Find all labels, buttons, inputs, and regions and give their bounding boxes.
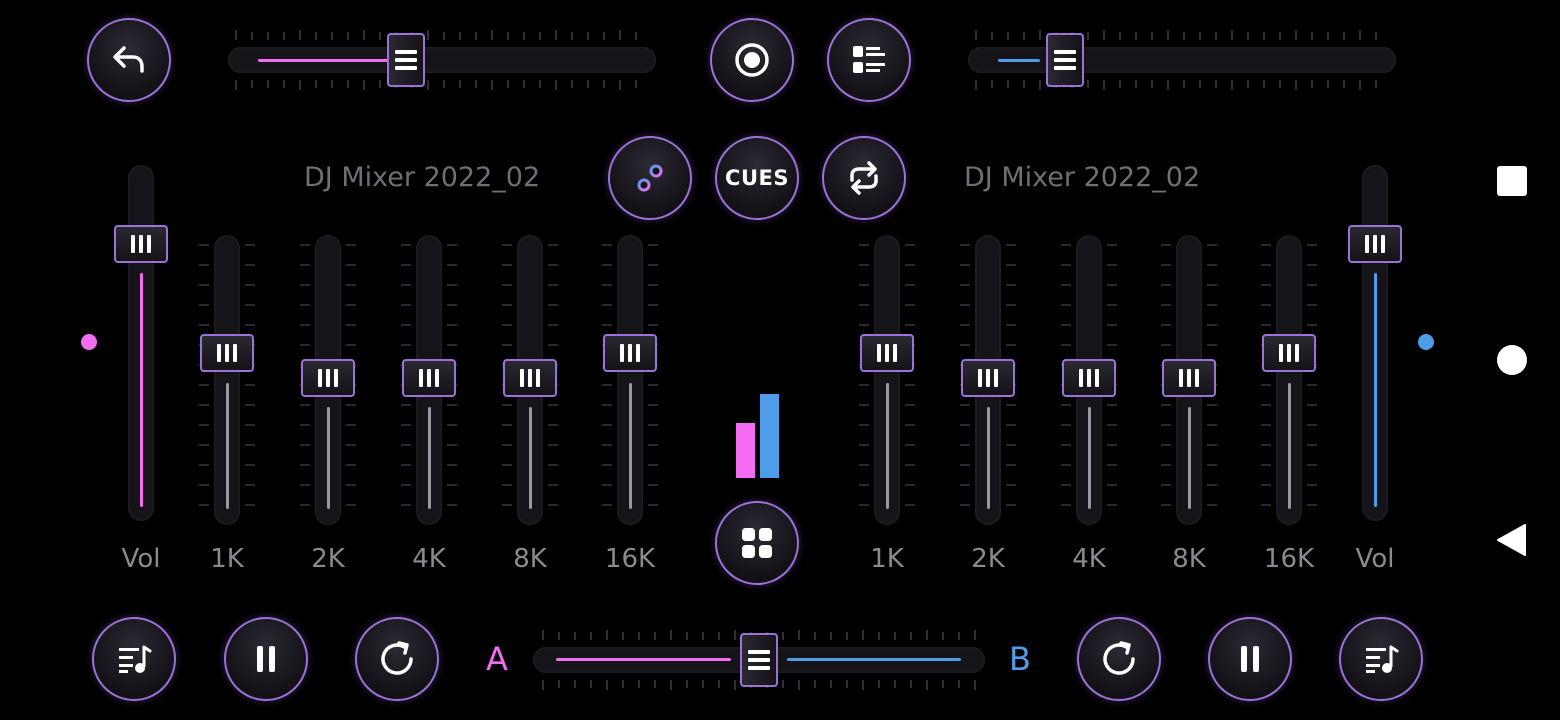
- deck-a-restart-button[interactable]: [355, 617, 439, 701]
- deck-b-volume-fill: [1374, 273, 1377, 507]
- eq-handle[interactable]: [301, 359, 355, 397]
- deck-b-pitch-slider[interactable]: [968, 30, 1396, 90]
- eq-fill: [987, 407, 990, 509]
- eq-handle[interactable]: [402, 359, 456, 397]
- playlist-music-icon: [119, 645, 152, 673]
- eq-fill: [1088, 407, 1091, 509]
- deck-b-eq-label: 8K: [1172, 544, 1206, 574]
- playlist-music-icon: [1366, 645, 1399, 673]
- eq-fill: [327, 407, 330, 509]
- eq-button[interactable]: [608, 136, 692, 220]
- deck-a-pitch-fill: [258, 59, 406, 62]
- crossfader-fill-a: [556, 658, 731, 661]
- deck-b-volume-label: Vol: [1355, 544, 1395, 574]
- deck-b-eq-label: 1K: [870, 544, 904, 574]
- eq-handle[interactable]: [860, 334, 914, 372]
- eq-handle[interactable]: [961, 359, 1015, 397]
- eq-handle[interactable]: [1162, 359, 1216, 397]
- deck-a-indicator-dot: [81, 334, 97, 350]
- deck-b-eq-label: 2K: [971, 544, 1005, 574]
- pause-icon: [1241, 646, 1259, 672]
- deck-b-eq-8k-fader[interactable]: [1161, 235, 1217, 525]
- deck-b-eq-4k-fader[interactable]: [1061, 235, 1117, 525]
- deck-a-volume-fill: [140, 273, 143, 507]
- restart-icon: [1103, 641, 1135, 675]
- crossfader-fill-b: [787, 658, 961, 661]
- eq-handle[interactable]: [503, 359, 557, 397]
- deck-b-eq-16k-fader[interactable]: [1261, 235, 1317, 525]
- deck-a-eq-label: 4K: [412, 544, 446, 574]
- home-circle-icon[interactable]: [1497, 345, 1527, 375]
- deck-a-volume-handle[interactable]: [114, 225, 168, 263]
- deck-a-eq-label: 2K: [311, 544, 345, 574]
- deck-b-restart-button[interactable]: [1077, 617, 1161, 701]
- deck-a-eq-2k-fader[interactable]: [300, 235, 356, 525]
- deck-a-eq-label: 1K: [210, 544, 244, 574]
- deck-b-pitch-handle[interactable]: [1046, 33, 1084, 87]
- deck-a-title: DJ Mixer 2022_02: [304, 162, 541, 193]
- deck-b-eq-2k-fader[interactable]: [960, 235, 1016, 525]
- eq-fill: [629, 383, 632, 509]
- deck-a-pitch-handle[interactable]: [387, 33, 425, 87]
- undo-arrow-icon: [113, 46, 144, 73]
- deck-b-volume-fader[interactable]: [1347, 165, 1403, 521]
- loop-button[interactable]: [822, 136, 906, 220]
- deck-a-level-bar: [736, 423, 755, 478]
- sliders-icon: [632, 164, 668, 192]
- pause-icon: [257, 646, 275, 672]
- crossfader-label-a: A: [486, 640, 508, 678]
- crossfader[interactable]: [533, 630, 985, 690]
- deck-b-title: DJ Mixer 2022_02: [964, 162, 1201, 193]
- deck-a-eq-1k-fader[interactable]: [199, 235, 255, 525]
- playlist-button[interactable]: [827, 18, 911, 102]
- deck-b-pitch-fill: [998, 59, 1040, 62]
- eq-handle[interactable]: [200, 334, 254, 372]
- deck-a-eq-16k-fader[interactable]: [602, 235, 658, 525]
- crossfader-label-b: B: [1009, 640, 1031, 678]
- cues-button[interactable]: CUES: [715, 136, 799, 220]
- grid-icon: [742, 528, 772, 558]
- eq-fill: [428, 407, 431, 509]
- eq-fill: [529, 407, 532, 509]
- eq-handle[interactable]: [603, 334, 657, 372]
- eq-fill: [1188, 407, 1191, 509]
- eq-fill: [1288, 383, 1291, 509]
- record-button[interactable]: [710, 18, 794, 102]
- deck-b-playlist-button[interactable]: [1339, 617, 1423, 701]
- cues-label: CUES: [725, 166, 789, 190]
- deck-a-volume-fader[interactable]: [113, 165, 169, 521]
- eq-fill: [886, 383, 889, 509]
- deck-a-eq-4k-fader[interactable]: [401, 235, 457, 525]
- list-view-icon: [853, 46, 885, 73]
- deck-a-pause-button[interactable]: [224, 617, 308, 701]
- back-button[interactable]: [87, 18, 171, 102]
- crossfader-handle[interactable]: [740, 633, 778, 687]
- eq-fill: [226, 383, 229, 509]
- deck-a-eq-label: 16K: [604, 544, 656, 574]
- deck-b-indicator-dot: [1418, 334, 1434, 350]
- eq-handle[interactable]: [1062, 359, 1116, 397]
- deck-a-playlist-button[interactable]: [92, 617, 176, 701]
- deck-b-level-bar: [760, 394, 779, 478]
- deck-b-volume-handle[interactable]: [1348, 225, 1402, 263]
- eq-handle[interactable]: [1262, 334, 1316, 372]
- deck-b-eq-label: 4K: [1072, 544, 1106, 574]
- deck-a-eq-label: 8K: [513, 544, 547, 574]
- deck-b-eq-1k-fader[interactable]: [859, 235, 915, 525]
- grid-button[interactable]: [715, 501, 799, 585]
- back-triangle-icon[interactable]: [1495, 523, 1527, 557]
- deck-a-volume-label: Vol: [121, 544, 161, 574]
- deck-b-pause-button[interactable]: [1208, 617, 1292, 701]
- restart-icon: [381, 641, 413, 675]
- recents-square-icon[interactable]: [1497, 166, 1527, 196]
- deck-a-eq-8k-fader[interactable]: [502, 235, 558, 525]
- loop-arrows-icon: [850, 161, 878, 195]
- deck-a-pitch-slider[interactable]: [228, 30, 656, 90]
- deck-b-eq-label: 16K: [1263, 544, 1315, 574]
- record-icon: [735, 43, 769, 77]
